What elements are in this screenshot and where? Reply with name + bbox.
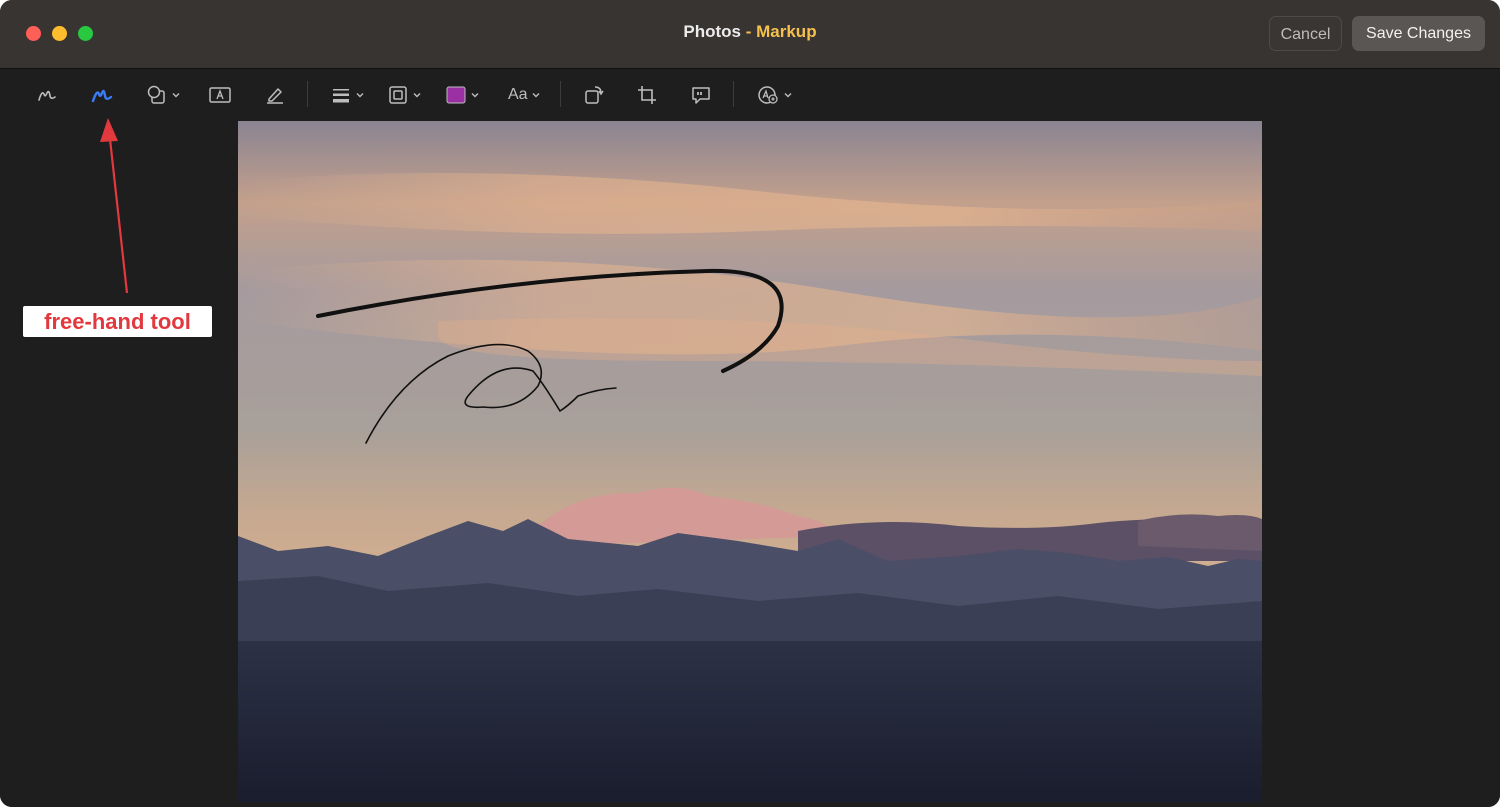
chevron-down-icon xyxy=(471,93,479,98)
border-icon xyxy=(389,86,407,104)
crop-icon xyxy=(638,86,656,104)
toolbar-divider xyxy=(307,81,308,107)
rotate-button[interactable] xyxy=(583,81,605,109)
signature-icon xyxy=(758,86,778,104)
line-weight-icon xyxy=(333,89,349,103)
toolbar-divider xyxy=(733,81,734,107)
chevron-down-icon xyxy=(356,93,364,98)
valley xyxy=(238,641,1262,802)
crop-button[interactable] xyxy=(636,81,658,109)
description-button[interactable] xyxy=(690,81,712,109)
chevron-down-icon xyxy=(784,93,792,98)
cloud-bank xyxy=(1138,514,1262,551)
signature-button[interactable] xyxy=(756,81,793,109)
callout-label: free-hand tool xyxy=(23,306,212,337)
shape-style-button[interactable] xyxy=(330,81,365,109)
toolbar-divider xyxy=(560,81,561,107)
rotate-icon xyxy=(585,86,604,104)
callout-arrow xyxy=(100,118,129,294)
text-box-icon xyxy=(209,87,231,103)
chevron-down-icon xyxy=(413,93,421,98)
title-bar: Photos - Markup Cancel Save Changes xyxy=(0,0,1500,69)
save-changes-button[interactable]: Save Changes xyxy=(1352,16,1485,51)
title-mode: Markup xyxy=(756,22,817,41)
color-swatch-icon xyxy=(446,86,466,104)
markup-toolbar: Aa xyxy=(0,69,1500,121)
fill-color-button[interactable] xyxy=(445,81,480,109)
highlighter-icon xyxy=(267,88,283,104)
markup-window: Photos - Markup Cancel Save Changes Aa f… xyxy=(0,0,1500,807)
title-app: Photos xyxy=(683,22,742,41)
text-style-button[interactable]: Aa xyxy=(508,81,541,109)
highlight-tool-button[interactable] xyxy=(264,81,286,109)
border-color-button[interactable] xyxy=(387,81,422,109)
speech-bubble-icon xyxy=(692,87,710,104)
cancel-button[interactable]: Cancel xyxy=(1269,16,1342,51)
title-separator: - xyxy=(741,22,757,41)
chevron-down-icon xyxy=(532,93,540,98)
text-tool-button[interactable] xyxy=(208,81,232,109)
photo-canvas[interactable] xyxy=(238,121,1262,802)
text-style-label: Aa xyxy=(508,86,528,103)
